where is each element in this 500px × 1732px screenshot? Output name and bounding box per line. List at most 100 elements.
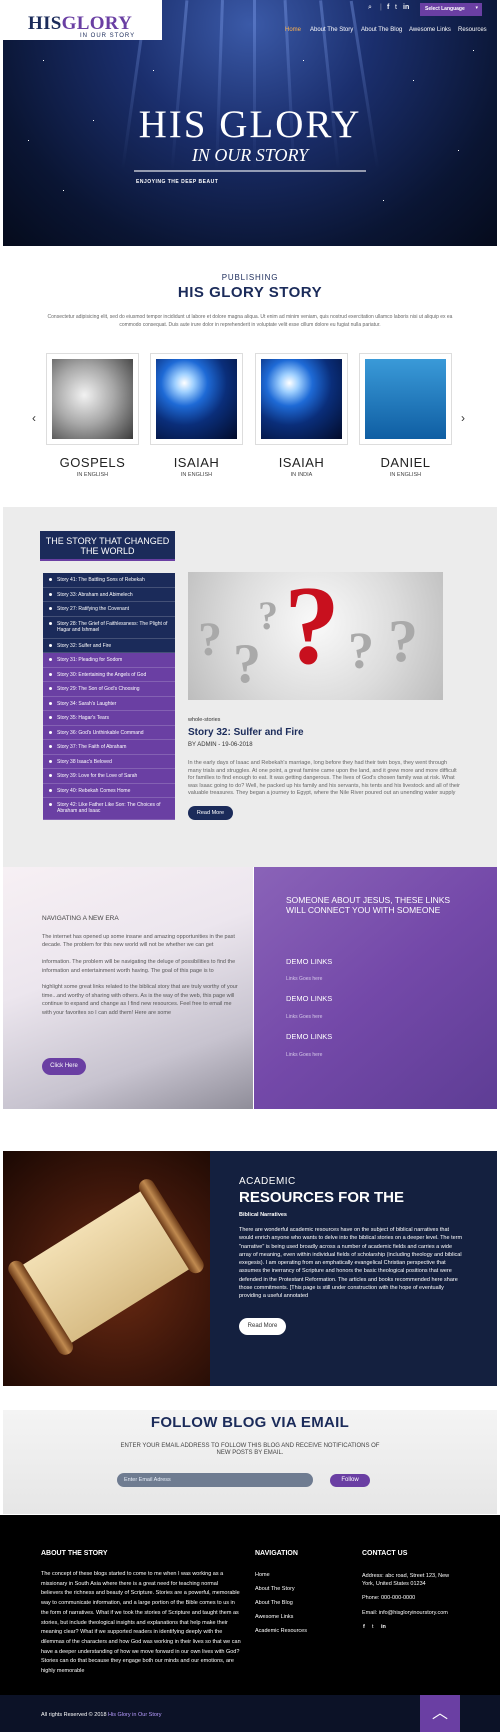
email-field[interactable] [117, 1473, 313, 1487]
demo-link-sub[interactable]: Links Goes here [286, 1014, 322, 1020]
academic-title: RESOURCES FOR THE [239, 1189, 405, 1206]
story-excerpt: In the early days of Isaac and Rebekah's… [188, 760, 460, 796]
logo-text: HISGLORY [28, 13, 132, 35]
follow-button[interactable]: Follow [330, 1474, 370, 1487]
twitter-icon[interactable]: t [395, 4, 397, 11]
card-title: ISAIAH [173, 455, 220, 470]
nav-home[interactable]: Home [285, 27, 301, 33]
academic-label: ACADEMIC [239, 1176, 296, 1187]
earth-image [156, 359, 237, 439]
footer-link-home[interactable]: Home [255, 1572, 270, 1578]
story-list-item[interactable]: Story 36: God's Unthinkable Command [43, 725, 175, 740]
hero-divider [134, 170, 366, 172]
card-subtitle: IN ENGLISH [389, 472, 422, 478]
card-subtitle: IN INDIA [290, 472, 313, 478]
chevron-right-icon[interactable]: › [461, 411, 465, 425]
chevron-left-icon[interactable]: ‹ [32, 411, 36, 425]
cross-image [52, 359, 133, 439]
stories-heading: THE STORY THAT CHANGED THE WORLD [40, 531, 175, 561]
navigating-label: NAVIGATING A NEW ERA [42, 915, 119, 922]
footer-about-heading: ABOUT THE STORY [41, 1550, 108, 1557]
read-more-button[interactable]: Read More [239, 1318, 286, 1335]
story-list-item[interactable]: Story 31: Pleading for Sodom [43, 653, 175, 668]
academic-text: There are wonderful academic resources h… [239, 1227, 463, 1300]
footer-contact-heading: CONTACT US [362, 1550, 408, 1557]
logo-his: HIS [28, 13, 62, 34]
back-to-top-button[interactable]: ︿ [420, 1695, 460, 1732]
demo-link-sub[interactable]: Links Goes here [286, 976, 322, 982]
story-list-item-active[interactable]: Story 32: Sulfer and Fire [43, 638, 175, 653]
card-subtitle: IN ENGLISH [180, 472, 213, 478]
book-card[interactable] [255, 353, 348, 445]
hero-title: HIS GLORY [138, 103, 362, 146]
copyright-text: All rights Reserved © 2018 His Glory in … [41, 1712, 162, 1718]
story-list-item[interactable]: Story 29: The Son of God's Choosing [43, 682, 175, 697]
hero-tagline: ENJOYING THE DEEP BEAUT [136, 179, 219, 185]
follow-title: FOLLOW BLOG VIA EMAIL [150, 1414, 350, 1431]
story-list-item[interactable]: Story 41: The Battling Sons of Rebekah [43, 573, 175, 588]
story-list-item[interactable]: Story 27: Ratifying the Covenant [43, 602, 175, 617]
facebook-icon[interactable]: f [363, 1623, 365, 1631]
publishing-title: HIS GLORY STORY [177, 284, 323, 301]
scroll-image [3, 1151, 210, 1386]
story-list-item[interactable]: Story 34: Sarah's Laughter [43, 696, 175, 711]
links-heading: SOMEONE ABOUT JESUS, THESE LINKS WILL CO… [286, 895, 451, 915]
story-list-item[interactable]: Story 40: Rebekah Comes Home [43, 783, 175, 798]
chevron-up-icon: ︿ [431, 1705, 448, 1722]
facebook-icon[interactable]: f [387, 4, 389, 11]
footer-address: Address: abc road, Street 123, New York,… [362, 1573, 450, 1587]
story-list-item[interactable]: Story 30: Entertaining the Angels of God [43, 667, 175, 682]
search-icon[interactable]: ⌕ [368, 4, 372, 12]
book-card[interactable] [150, 353, 243, 445]
demo-link-title[interactable]: DEMO LINKS [286, 994, 332, 1003]
nav-resources[interactable]: Resources [458, 27, 487, 33]
language-select[interactable]: Select Language ▾ [420, 3, 482, 16]
nav-awesome-links[interactable]: Awesome Links [409, 27, 451, 33]
story-list: Story 41: The Battling Sons of Rebekah S… [43, 573, 175, 820]
earth-image [261, 359, 342, 439]
logo-subtitle: IN OUR STORY [80, 33, 136, 39]
footer-link-about-story[interactable]: About The Story [255, 1586, 295, 1592]
story-list-item[interactable]: Story 33: Abraham and Abimelech [43, 587, 175, 602]
footer-link-awesome-links[interactable]: Awesome Links [255, 1614, 293, 1620]
footer-link-about-blog[interactable]: About The Blog [255, 1600, 293, 1606]
story-meta: BY ADMIN - 19-06-2018 [188, 742, 253, 748]
demo-link-sub[interactable]: Links Goes here [286, 1052, 322, 1058]
story-list-item[interactable]: Story 35: Hagar's Tears [43, 711, 175, 726]
academic-subtitle: Biblical Narratives [239, 1212, 287, 1218]
divider: | [380, 4, 382, 11]
story-list-item[interactable]: Story 39: Love for the Love of Sarah [43, 769, 175, 784]
question-mark-image[interactable]: ? ? ? ? ? ? [188, 572, 443, 700]
click-here-button[interactable]: Click Here [42, 1058, 86, 1075]
story-title[interactable]: Story 32: Sulfer and Fire [188, 727, 304, 738]
card-title: DANIEL [380, 455, 431, 470]
read-more-button[interactable]: Read More [188, 806, 233, 820]
linkedin-icon[interactable]: in [381, 1623, 386, 1631]
footer-about-text: The concept of these blogs started to co… [41, 1571, 241, 1675]
footer-link-academic[interactable]: Academic Resources [255, 1628, 307, 1634]
story-category[interactable]: whole-stories [188, 717, 220, 723]
publishing-label: PUBLISHING [221, 273, 279, 282]
twitter-icon[interactable]: t [372, 1623, 374, 1631]
story-list-item[interactable]: Story 28: The Grief of Faithlessness: Th… [43, 616, 175, 639]
footer-email[interactable]: Email: info@hisgloryinourstory.com [362, 1609, 448, 1617]
story-list-item[interactable]: Story 38 Isaac's Beloved [43, 754, 175, 769]
linkedin-icon[interactable]: in [403, 4, 409, 11]
nav-about-story[interactable]: About The Story [310, 27, 353, 33]
navigating-text: The internet has opened up some insane a… [42, 934, 238, 1016]
card-title: GOSPELS [59, 455, 126, 470]
card-subtitle: IN ENGLISH [76, 472, 109, 478]
demo-link-title[interactable]: DEMO LINKS [286, 957, 332, 966]
hero-subtitle: IN OUR STORY [191, 145, 309, 165]
story-list-item[interactable]: Story 37: The Faith of Abraham [43, 740, 175, 755]
language-label: Select Language [425, 6, 465, 12]
copyright-link[interactable]: His Glory in Our Story [108, 1712, 161, 1718]
copyright-prefix: All rights Reserved © 2018 [41, 1712, 109, 1718]
demo-link-title[interactable]: DEMO LINKS [286, 1032, 332, 1041]
nav-about-blog[interactable]: About The Blog [361, 27, 402, 33]
story-list-item[interactable]: Story 42: Like Father Like Son: The Choi… [43, 798, 175, 820]
rain-image [365, 359, 446, 439]
footer-phone: Phone: 000-000-0000 [362, 1595, 416, 1601]
book-card[interactable] [46, 353, 139, 445]
book-card[interactable] [359, 353, 452, 445]
